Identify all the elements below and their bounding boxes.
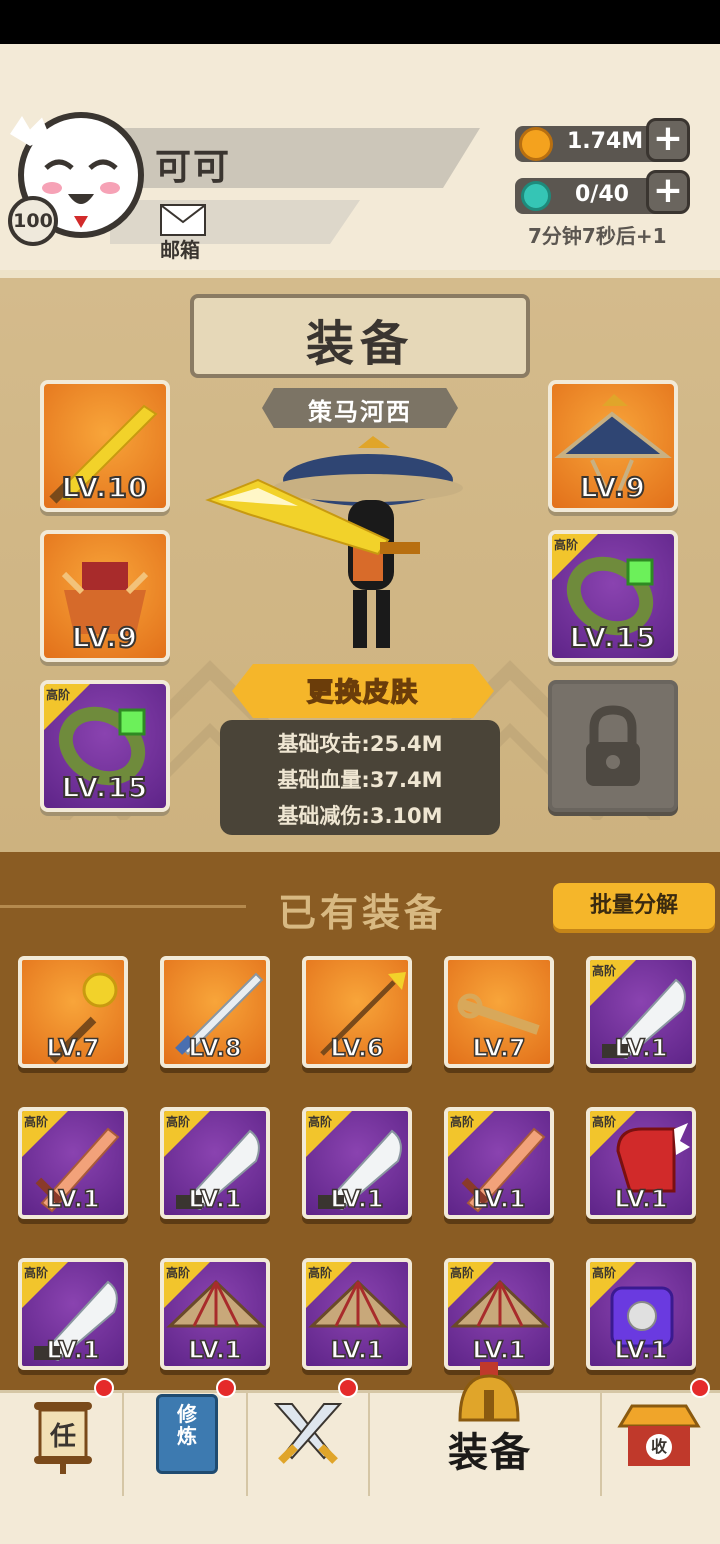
owned-item[interactable]: LV.7	[444, 956, 554, 1068]
tasks-glyph: 任	[49, 1422, 76, 1452]
owned-item-level: LV.1	[46, 1184, 101, 1214]
tier-label: 高阶	[450, 1266, 475, 1280]
page-title: 装备	[305, 316, 414, 372]
owned-item-level: LV.8	[188, 1033, 243, 1063]
slot-weapon[interactable]: LV.10	[40, 380, 170, 512]
collect-notification-dot	[690, 1378, 710, 1398]
coin-icon	[519, 127, 553, 161]
owned-item-level: LV.1	[330, 1184, 385, 1214]
energy-orb-icon	[521, 181, 551, 211]
owned-item-level: LV.6	[330, 1033, 385, 1063]
crossed-swords-icon	[273, 1403, 343, 1464]
nav-tasks[interactable]: 任	[30, 1398, 96, 1474]
owned-item[interactable]: 高阶 LV.1	[18, 1258, 128, 1370]
stat-attack: 基础攻击:25.4M	[277, 732, 443, 756]
change-skin-label[interactable]: 更换皮肤	[232, 672, 494, 709]
slot-hat[interactable]: LV.9	[548, 380, 678, 512]
owned-item-level: LV.1	[188, 1184, 243, 1214]
tier-label: 高阶	[166, 1115, 191, 1129]
title-divider	[0, 905, 246, 908]
owned-item[interactable]: 高阶 LV.1	[160, 1258, 270, 1370]
nav-collect[interactable]: 收	[616, 1400, 702, 1472]
tier-label: 高阶	[24, 1266, 49, 1280]
owned-item[interactable]: 高阶 LV.1	[160, 1107, 270, 1219]
add-coins-button[interactable]: +	[646, 118, 690, 162]
owned-item[interactable]: 高阶 LV.1	[18, 1107, 128, 1219]
tier-label: 高阶	[24, 1115, 49, 1129]
tier-label: 高阶	[46, 688, 71, 702]
system-home-area	[0, 1496, 720, 1544]
nav-equipment-emblem	[454, 1360, 524, 1426]
owned-item[interactable]: 高阶 LV.1	[586, 1107, 696, 1219]
energy-amount: 0/40	[575, 182, 629, 207]
tier-label: 高阶	[592, 1266, 617, 1280]
lock-icon	[586, 705, 640, 786]
add-energy-button[interactable]: +	[646, 170, 690, 214]
slot-armor[interactable]: LV.9	[40, 530, 170, 662]
slot-hat-level: LV.9	[579, 470, 647, 505]
owned-item[interactable]: LV.8	[160, 956, 270, 1068]
tier-label: 高阶	[166, 1266, 191, 1280]
mail-icon[interactable]	[160, 204, 206, 236]
stat-defense: 基础减伤:3.10M	[277, 804, 443, 828]
tier-label: 高阶	[308, 1266, 333, 1280]
owned-item-level: LV.1	[188, 1335, 243, 1365]
owned-item[interactable]: 高阶 LV.1	[302, 1107, 412, 1219]
bottom-nav	[0, 1390, 720, 1496]
stat-hp: 基础血量:37.4M	[277, 768, 443, 792]
tier-label: 高阶	[450, 1115, 475, 1129]
mail-banner	[110, 200, 360, 244]
owned-item-level: LV.1	[614, 1184, 669, 1214]
level-badge: 100	[8, 196, 58, 246]
slot-weapon-level: LV.10	[61, 470, 149, 505]
slot-ring-right-level: LV.15	[569, 620, 657, 655]
owned-item-level: LV.1	[330, 1335, 385, 1365]
owned-item[interactable]: 高阶 LV.1	[586, 956, 696, 1068]
mail-label[interactable]: 邮箱	[160, 234, 200, 263]
battle-notification-dot	[338, 1378, 358, 1398]
owned-item-level: LV.1	[472, 1184, 527, 1214]
slot-ring-right[interactable]: 高阶 LV.15	[548, 530, 678, 662]
skin-name: 策马河西	[308, 398, 412, 426]
helmet-icon	[458, 1362, 520, 1422]
owned-item-level: LV.1	[614, 1033, 669, 1063]
owned-item[interactable]: 高阶 LV.1	[444, 1258, 554, 1370]
owned-item[interactable]: LV.6	[302, 956, 412, 1068]
player-name: 可可	[155, 147, 232, 188]
tier-label: 高阶	[592, 1115, 617, 1129]
tier-label: 高阶	[554, 538, 579, 552]
slot-armor-level: LV.9	[71, 620, 139, 655]
owned-item-level: LV.7	[46, 1033, 101, 1063]
slot-locked[interactable]	[548, 680, 678, 812]
coin-amount: 1.74M	[567, 129, 644, 154]
energy-timer: 7分钟7秒后+1	[528, 224, 667, 248]
slot-ring-left[interactable]: 高阶 LV.15	[40, 680, 170, 812]
tier-label: 高阶	[592, 964, 617, 978]
status-bar	[0, 0, 720, 44]
cultivate-notification-dot	[216, 1378, 236, 1398]
nav-divider	[246, 1392, 248, 1496]
owned-item[interactable]: LV.7	[18, 956, 128, 1068]
owned-item[interactable]: 高阶 LV.1	[302, 1258, 412, 1370]
owned-item-level: LV.7	[472, 1033, 527, 1063]
owned-title: 已有装备	[278, 891, 447, 935]
nav-cultivate[interactable]: 修炼	[156, 1394, 218, 1474]
owned-item-level: LV.1	[614, 1335, 669, 1365]
owned-item-level: LV.1	[46, 1335, 101, 1365]
collect-glyph: 收	[646, 1434, 672, 1460]
tasks-notification-dot	[94, 1378, 114, 1398]
nav-equipment-active[interactable]: 装备	[448, 1420, 532, 1478]
slot-ring-left-level: LV.15	[61, 770, 149, 805]
tier-label: 高阶	[308, 1115, 333, 1129]
nav-divider	[368, 1392, 370, 1496]
owned-item[interactable]: 高阶 LV.1	[444, 1107, 554, 1219]
nav-divider	[600, 1392, 602, 1496]
owned-item[interactable]: 高阶 LV.1	[586, 1258, 696, 1370]
character-preview	[205, 436, 463, 648]
cultivate-glyph: 修炼	[177, 1402, 197, 1448]
nav-battle[interactable]	[270, 1398, 346, 1474]
nav-divider	[122, 1392, 124, 1496]
batch-dismantle-button[interactable]: 批量分解	[553, 883, 715, 929]
